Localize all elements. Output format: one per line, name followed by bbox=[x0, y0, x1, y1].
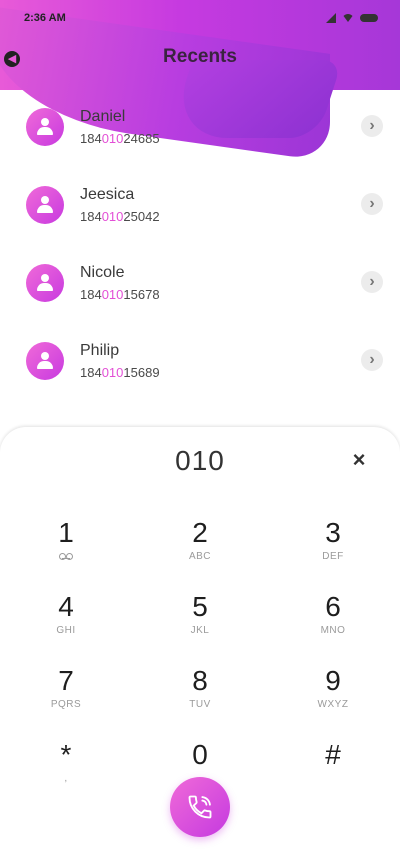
key-digit: 5 bbox=[192, 591, 208, 622]
dial-key-8[interactable]: 8 TUV bbox=[140, 665, 260, 711]
close-icon: × bbox=[352, 447, 366, 472]
chevron-right-icon[interactable]: › bbox=[361, 115, 383, 137]
key-digit: 0 bbox=[192, 739, 208, 770]
avatar bbox=[26, 342, 64, 380]
status-time: 2:36 AM bbox=[24, 12, 66, 24]
key-letters: PQRS bbox=[50, 699, 82, 710]
person-icon bbox=[37, 352, 53, 370]
key-letters: GHI bbox=[56, 625, 76, 636]
dialed-number-display: 010 bbox=[175, 445, 225, 476]
key-digit: 4 bbox=[58, 591, 74, 622]
wifi-icon bbox=[342, 14, 354, 22]
key-letters: JKL bbox=[190, 625, 210, 636]
contact-row[interactable]: Nicole 18401015678 › bbox=[0, 244, 400, 322]
chevron-right-icon[interactable]: › bbox=[361, 193, 383, 215]
avatar bbox=[26, 264, 64, 302]
number-match-highlight: 010 bbox=[101, 365, 124, 380]
key-digit: 7 bbox=[58, 665, 74, 696]
contact-number: 18401015678 bbox=[80, 287, 160, 302]
number-match-highlight: 010 bbox=[101, 287, 124, 302]
key-letters: MNO bbox=[320, 625, 346, 636]
dial-key-1[interactable]: 1 bbox=[6, 517, 126, 563]
clear-button[interactable]: × bbox=[348, 449, 370, 471]
number-match-highlight: 010 bbox=[101, 209, 124, 224]
person-icon bbox=[37, 118, 53, 136]
key-letters: , bbox=[64, 773, 68, 784]
dial-key-5[interactable]: 5 JKL bbox=[140, 591, 260, 637]
key-digit: # bbox=[325, 739, 341, 770]
contact-name: Philip bbox=[80, 342, 120, 359]
dial-key-7[interactable]: 7 PQRS bbox=[6, 665, 126, 711]
key-letters: DEF bbox=[322, 551, 344, 562]
phone-call-icon bbox=[188, 795, 212, 819]
voicemail-icon bbox=[59, 553, 73, 560]
person-icon bbox=[37, 274, 53, 292]
page-title: Recents bbox=[163, 46, 237, 67]
dial-key-9[interactable]: 9 WXYZ bbox=[273, 665, 393, 711]
contact-number: 18401024685 bbox=[80, 131, 160, 146]
dial-key-4[interactable]: 4 GHI bbox=[6, 591, 126, 637]
key-digit: 1 bbox=[58, 517, 74, 548]
key-digit: 3 bbox=[325, 517, 341, 548]
chevron-right-icon[interactable]: › bbox=[361, 349, 383, 371]
dial-pad: 010 × 1 2 ABC 3 DEF 4 GHI 5 JKL 6 MNO 7 … bbox=[0, 427, 400, 866]
contact-name: Daniel bbox=[80, 108, 126, 125]
chevron-right-icon[interactable]: › bbox=[361, 271, 383, 293]
battery-icon bbox=[360, 14, 378, 22]
key-letters: TUV bbox=[189, 699, 211, 710]
key-digit: * bbox=[60, 739, 72, 770]
dial-key-3[interactable]: 3 DEF bbox=[273, 517, 393, 563]
contact-number: 18401015689 bbox=[80, 365, 160, 380]
contact-name: Nicole bbox=[80, 264, 125, 281]
dial-key-hash[interactable]: # bbox=[273, 739, 393, 785]
key-digit: 2 bbox=[192, 517, 208, 548]
key-digit: 6 bbox=[325, 591, 341, 622]
contact-name: Jeesica bbox=[80, 186, 135, 203]
avatar bbox=[26, 186, 64, 224]
dial-key-6[interactable]: 6 MNO bbox=[273, 591, 393, 637]
contact-row[interactable]: Philip 18401015689 › bbox=[0, 322, 400, 400]
dial-key-2[interactable]: 2 ABC bbox=[140, 517, 260, 563]
signal-icon bbox=[326, 13, 336, 23]
status-icons bbox=[326, 13, 378, 23]
avatar bbox=[26, 108, 64, 146]
dial-key-star[interactable]: * , bbox=[6, 739, 126, 785]
key-letters: WXYZ bbox=[317, 699, 349, 710]
key-letters: ABC bbox=[188, 551, 212, 562]
call-button[interactable] bbox=[170, 777, 230, 837]
contact-row[interactable]: Jeesica 18401025042 › bbox=[0, 166, 400, 244]
person-icon bbox=[37, 196, 53, 214]
contact-number: 18401025042 bbox=[80, 209, 160, 224]
key-digit: 8 bbox=[192, 665, 208, 696]
key-letters bbox=[273, 773, 393, 785]
contact-row[interactable]: Daniel 18401024685 › bbox=[0, 88, 400, 166]
number-match-highlight: 010 bbox=[101, 131, 124, 146]
status-bar: 2:36 AM bbox=[0, 0, 400, 36]
key-digit: 9 bbox=[325, 665, 341, 696]
